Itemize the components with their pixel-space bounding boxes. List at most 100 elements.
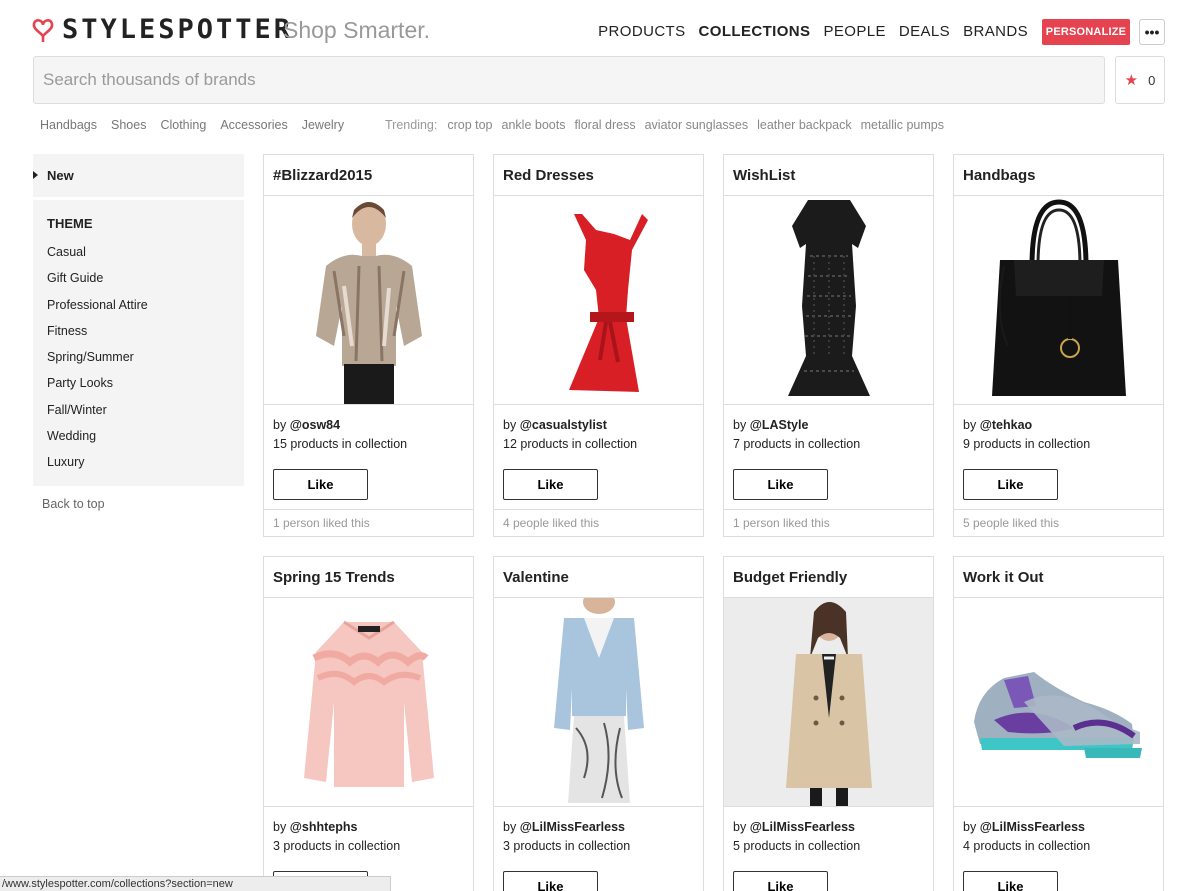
by-prefix: by [503,418,517,432]
collection-image[interactable] [954,598,1163,807]
favorites-button[interactable]: ★ 0 [1115,56,1165,104]
author-link[interactable]: @LilMissFearless [750,820,855,834]
like-button[interactable]: Like [963,871,1058,891]
collection-title[interactable]: #Blizzard2015 [264,155,473,196]
collection-card[interactable]: Work it Out by @LilMissFearless 4 produc… [953,556,1164,891]
collection-card[interactable]: Valentine by @LilMissFearless 3 products… [493,556,704,891]
grey-sneakers-image [973,672,1142,758]
category-jewelry[interactable]: Jewelry [302,118,344,132]
category-clothing[interactable]: Clothing [160,118,206,132]
by-prefix: by [273,820,287,834]
product-count: 15 products in collection [273,437,408,451]
collection-title[interactable]: Handbags [954,155,1163,196]
likes-count: 5 people liked this [954,509,1163,536]
main-nav: PRODUCTS COLLECTIONS PEOPLE DEALS BRANDS [598,23,1028,40]
nav-brands[interactable]: BRANDS [963,23,1028,40]
collection-meta: by @LAStyle 7 products in collection [724,405,933,469]
heart-logo-icon [32,18,54,42]
product-count: 9 products in collection [963,437,1091,451]
collection-card[interactable]: Budget Friendly by @LilMissFearless 5 pr… [723,556,934,891]
collection-title[interactable]: WishList [724,155,933,196]
nav-deals[interactable]: DEALS [899,23,950,40]
personalize-button[interactable]: PERSONALIZE [1042,19,1130,45]
collection-card[interactable]: Handbags by @tehkao 9 products in collec… [953,154,1164,537]
product-count: 4 products in collection [963,839,1091,853]
collection-title[interactable]: Valentine [494,557,703,598]
nav-people[interactable]: PEOPLE [823,23,885,40]
collection-meta: by @LilMissFearless 3 products in collec… [494,807,703,871]
sidebar-item-professional-attire[interactable]: Professional Attire [47,298,244,324]
author-link[interactable]: @shhtephs [290,820,358,834]
theme-heading: THEME [47,216,93,231]
author-link[interactable]: @tehkao [980,418,1032,432]
collection-card[interactable]: WishList by @LAStyle 7 products in colle… [723,154,934,537]
author-link[interactable]: @LilMissFearless [980,820,1085,834]
trending-term[interactable]: floral dress [574,118,635,132]
collection-image[interactable] [724,598,933,807]
sidebar-item-gift-guide[interactable]: Gift Guide [47,271,244,297]
author-link[interactable]: @casualstylist [520,418,607,432]
sidebar-item-fall-winter[interactable]: Fall/Winter [47,403,244,429]
sidebar-item-casual[interactable]: Casual [47,245,244,271]
trending-label: Trending: [385,118,438,132]
by-prefix: by [733,820,747,834]
collection-image[interactable] [494,196,703,405]
like-button[interactable]: Like [503,469,598,500]
header: STYLESPOTTER Shop Smarter. PRODUCTS COLL… [0,0,1200,60]
sidebar-item-wedding[interactable]: Wedding [47,429,244,455]
collection-meta: by @LilMissFearless 4 products in collec… [954,807,1163,871]
sidebar-item-new[interactable]: New [33,154,244,197]
collection-title[interactable]: Budget Friendly [724,557,933,598]
like-button[interactable]: Like [963,469,1058,500]
author-link[interactable]: @LilMissFearless [520,820,625,834]
category-links: Handbags Shoes Clothing Accessories Jewe… [40,118,344,132]
trending-term[interactable]: aviator sunglasses [645,118,749,132]
collection-title[interactable]: Spring 15 Trends [264,557,473,598]
category-shoes[interactable]: Shoes [111,118,146,132]
collection-title[interactable]: Work it Out [954,557,1163,598]
like-button[interactable]: Like [503,871,598,891]
by-prefix: by [963,820,977,834]
author-link[interactable]: @osw84 [290,418,340,432]
sidebar-item-label: New [47,168,74,183]
trending-term[interactable]: crop top [447,118,492,132]
like-button[interactable]: Like [733,469,828,500]
blue-moto-jacket-image [553,598,644,803]
sidebar-item-luxury[interactable]: Luxury [47,455,244,481]
collection-image[interactable] [954,196,1163,405]
search-input[interactable] [43,70,1104,90]
category-accessories[interactable]: Accessories [220,118,287,132]
nav-collections[interactable]: COLLECTIONS [699,23,811,40]
collection-image[interactable] [264,196,473,405]
collection-card[interactable]: #Blizzard2015 by @osw84 15 products in c… [263,154,474,537]
author-link[interactable]: @LAStyle [750,418,809,432]
by-prefix: by [273,418,287,432]
collection-image[interactable] [494,598,703,807]
collection-card[interactable]: Spring 15 Trends by @shhtephs 3 products… [263,556,474,891]
category-handbags[interactable]: Handbags [40,118,97,132]
product-count: 3 products in collection [273,839,401,853]
collection-title[interactable]: Red Dresses [494,155,703,196]
black-lace-dress-image [787,199,870,396]
logo[interactable]: STYLESPOTTER [32,14,293,45]
trending-term[interactable]: metallic pumps [861,118,944,132]
product-count: 3 products in collection [503,839,631,853]
sidebar-item-party-looks[interactable]: Party Looks [47,376,244,402]
more-menu-button[interactable]: ••• [1139,19,1165,45]
collection-meta: by @tehkao 9 products in collection [954,405,1163,469]
product-count: 12 products in collection [503,437,638,451]
sidebar-item-fitness[interactable]: Fitness [47,324,244,350]
trending-term[interactable]: ankle boots [502,118,566,132]
sidebar-item-spring-summer[interactable]: Spring/Summer [47,350,244,376]
like-button[interactable]: Like [733,871,828,891]
collection-image[interactable] [264,598,473,807]
likes-count: 1 person liked this [724,509,933,536]
trending-links: Trending: crop top ankle boots floral dr… [385,118,944,132]
collection-image[interactable] [724,196,933,405]
black-handbag-image [991,198,1126,396]
collection-card[interactable]: Red Dresses by @casualstylist 12 product… [493,154,704,537]
like-button[interactable]: Like [273,469,368,500]
back-to-top-link[interactable]: Back to top [42,497,105,511]
trending-term[interactable]: leather backpack [757,118,852,132]
nav-products[interactable]: PRODUCTS [598,23,685,40]
